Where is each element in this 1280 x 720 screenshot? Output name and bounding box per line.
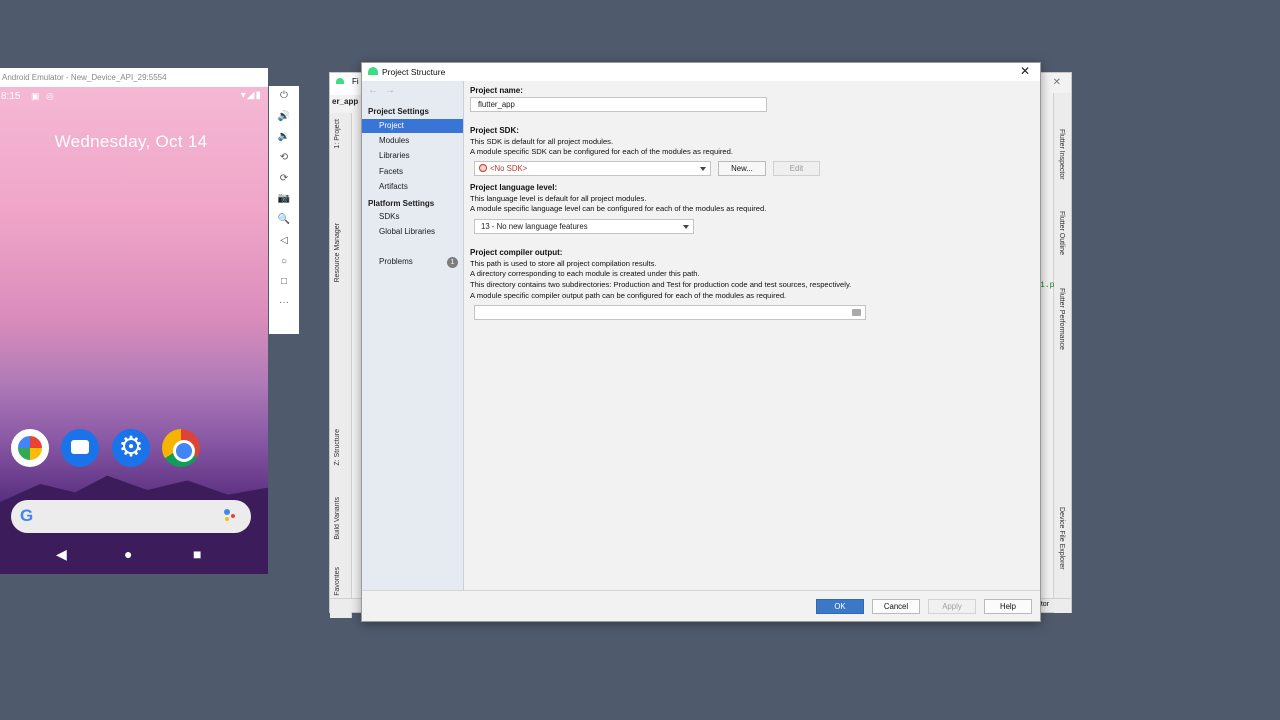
flutter-performance-tool-tab[interactable]: Flutter Performance xyxy=(1058,288,1065,350)
assistant-icon[interactable] xyxy=(224,509,238,523)
volume-down-icon[interactable]: 🔉 xyxy=(269,127,299,148)
help-button[interactable]: Help xyxy=(984,599,1032,614)
android-emulator-window: Android Emulator - New_Device_API_29:555… xyxy=(0,68,268,574)
more-icon[interactable]: ··· xyxy=(269,293,299,314)
close-icon[interactable]: ✕ xyxy=(1020,64,1030,78)
ok-button[interactable]: OK xyxy=(816,599,864,614)
project-settings-panel: Project name: Project SDK: This SDK is d… xyxy=(470,81,1040,591)
camera-icon[interactable]: 📷 xyxy=(269,189,299,210)
compiler-output-desc-3: This directory contains two subdirectori… xyxy=(470,280,852,289)
sidebar-item-libraries[interactable]: Libraries xyxy=(362,149,463,163)
language-level-desc-1: This language level is default for all p… xyxy=(470,194,647,203)
new-sdk-button[interactable]: New... xyxy=(718,161,766,176)
structure-tool-tab[interactable]: Z: Structure xyxy=(334,429,341,466)
platform-settings-heading: Platform Settings xyxy=(368,199,435,208)
edit-sdk-button[interactable]: Edit xyxy=(773,161,820,176)
folder-browse-icon[interactable] xyxy=(852,309,861,316)
language-level-dropdown[interactable]: 13 - No new language features xyxy=(474,219,694,234)
project-sdk-desc-2: A module specific SDK can be configured … xyxy=(470,147,733,156)
zoom-icon[interactable]: 🔍 xyxy=(269,210,299,231)
compiler-output-path-input[interactable] xyxy=(474,305,866,320)
dialog-title-bar: Project Structure ✕ xyxy=(362,63,1040,81)
sync-icon: ◎ xyxy=(46,91,54,101)
sidebar-item-facets[interactable]: Facets xyxy=(362,165,463,179)
settings-sidebar: ← → Project Settings Project Modules Libr… xyxy=(362,81,464,592)
project-sdk-label: Project SDK: xyxy=(470,126,519,135)
status-bar: 8:15 ▣ ◎ ▾◢▮ xyxy=(0,89,268,105)
sdk-warning-icon xyxy=(479,164,487,172)
studio-tab-label: Fi xyxy=(352,77,359,86)
compiler-output-label: Project compiler output: xyxy=(470,248,563,257)
sidebar-item-artifacts[interactable]: Artifacts xyxy=(362,180,463,194)
code-fragment: 1.p xyxy=(1040,281,1055,290)
volume-up-icon[interactable]: 🔊 xyxy=(269,107,299,128)
chrome-app-icon[interactable] xyxy=(162,429,200,467)
compiler-output-desc-4: A module specific compiler output path c… xyxy=(470,291,787,300)
project-structure-dialog: Project Structure ✕ ← → Project Settings … xyxy=(361,62,1041,622)
rotate-left-icon[interactable]: ⟲ xyxy=(269,148,299,169)
flutter-inspector-tool-tab[interactable]: Flutter Inspector xyxy=(1058,129,1065,180)
build-variants-tool-tab[interactable]: Build Variants xyxy=(334,497,341,540)
studio-tab[interactable]: Fi xyxy=(330,73,362,95)
compiler-output-desc-1: This path is used to store all project c… xyxy=(470,259,657,268)
project-sdk-dropdown[interactable]: <No SDK> xyxy=(474,161,711,176)
android-studio-logo-icon xyxy=(368,67,378,75)
back-nav-icon[interactable]: ◀ xyxy=(56,546,67,563)
back-arrow-icon[interactable]: ← xyxy=(368,85,378,96)
android-nav-bar: ◀ ● ■ xyxy=(0,546,268,566)
lockscreen-date: Wednesday, Oct 14 xyxy=(54,132,208,151)
project-name-label: Project name: xyxy=(470,86,523,95)
status-time: 8:15 xyxy=(1,91,21,102)
studio-right-toolbar: Flutter Inspector Flutter Outline Flutte… xyxy=(1053,93,1071,613)
overview-icon[interactable]: □ xyxy=(269,272,299,293)
google-search-bar[interactable]: G xyxy=(11,500,251,533)
problems-count-badge: 1 xyxy=(447,257,458,268)
emulator-title-bar[interactable]: Android Emulator - New_Device_API_29:555… xyxy=(0,68,268,87)
resource-manager-tool-tab[interactable]: Resource Manager xyxy=(334,223,341,283)
power-icon[interactable]: ⏻ xyxy=(269,86,299,107)
sidebar-item-global-libraries[interactable]: Global Libraries xyxy=(362,225,463,239)
wifi-battery-icons: ▾◢▮ xyxy=(240,90,262,101)
messages-app-icon[interactable] xyxy=(61,429,99,467)
chevron-down-icon xyxy=(683,225,689,229)
emulator-screen[interactable]: 8:15 ▣ ◎ ▾◢▮ Wednesday, Oct 14 G ◀ ● ■ xyxy=(0,87,268,574)
sidebar-item-sdks[interactable]: SDKs xyxy=(362,210,463,224)
language-level-desc-2: A module specific language level can be … xyxy=(470,204,767,213)
google-logo-icon: G xyxy=(20,506,34,525)
project-sdk-desc-1: This SDK is default for all project modu… xyxy=(470,137,614,146)
project-tool-tab[interactable]: 1: Project xyxy=(334,119,341,149)
rotate-right-icon[interactable]: ⟳ xyxy=(269,169,299,190)
studio-left-toolbar: 1: Project Resource Manager Z: Structure… xyxy=(330,113,352,618)
sidebar-item-project[interactable]: Project xyxy=(362,119,463,133)
recents-nav-icon[interactable]: ■ xyxy=(193,546,201,562)
cancel-button[interactable]: Cancel xyxy=(872,599,920,614)
photos-app-icon[interactable] xyxy=(11,429,49,467)
language-level-value: 13 - No new language features xyxy=(481,222,588,231)
home-icon[interactable]: ○ xyxy=(269,252,299,273)
flutter-outline-tool-tab[interactable]: Flutter Outline xyxy=(1058,211,1065,255)
emulator-side-toolbar: ⏻ 🔊 🔉 ⟲ ⟳ 📷 🔍 ◁ ○ □ ··· xyxy=(269,86,299,334)
sidebar-item-modules[interactable]: Modules xyxy=(362,134,463,148)
home-nav-icon[interactable]: ● xyxy=(124,546,132,562)
bottom-fragment: tor xyxy=(1040,601,1049,608)
dialog-title: Project Structure xyxy=(382,67,446,77)
notification-icon: ▣ xyxy=(31,91,40,101)
device-file-explorer-tool-tab[interactable]: Device File Explorer xyxy=(1058,507,1065,570)
history-nav: ← → xyxy=(368,85,402,96)
compiler-output-desc-2: A directory corresponding to each module… xyxy=(470,269,700,278)
chevron-down-icon xyxy=(700,167,706,171)
project-name-input[interactable] xyxy=(470,97,767,112)
language-level-label: Project language level: xyxy=(470,183,558,192)
studio-close-icon[interactable]: ✕ xyxy=(1053,77,1061,88)
project-settings-heading: Project Settings xyxy=(368,107,429,116)
project-label: er_app xyxy=(332,97,359,106)
project-sdk-value: <No SDK> xyxy=(490,164,528,173)
settings-app-icon[interactable] xyxy=(112,429,150,467)
back-icon[interactable]: ◁ xyxy=(269,231,299,252)
forward-arrow-icon[interactable]: → xyxy=(385,85,395,96)
dialog-footer: OK Cancel Apply Help xyxy=(362,590,1040,621)
apply-button[interactable]: Apply xyxy=(928,599,976,614)
